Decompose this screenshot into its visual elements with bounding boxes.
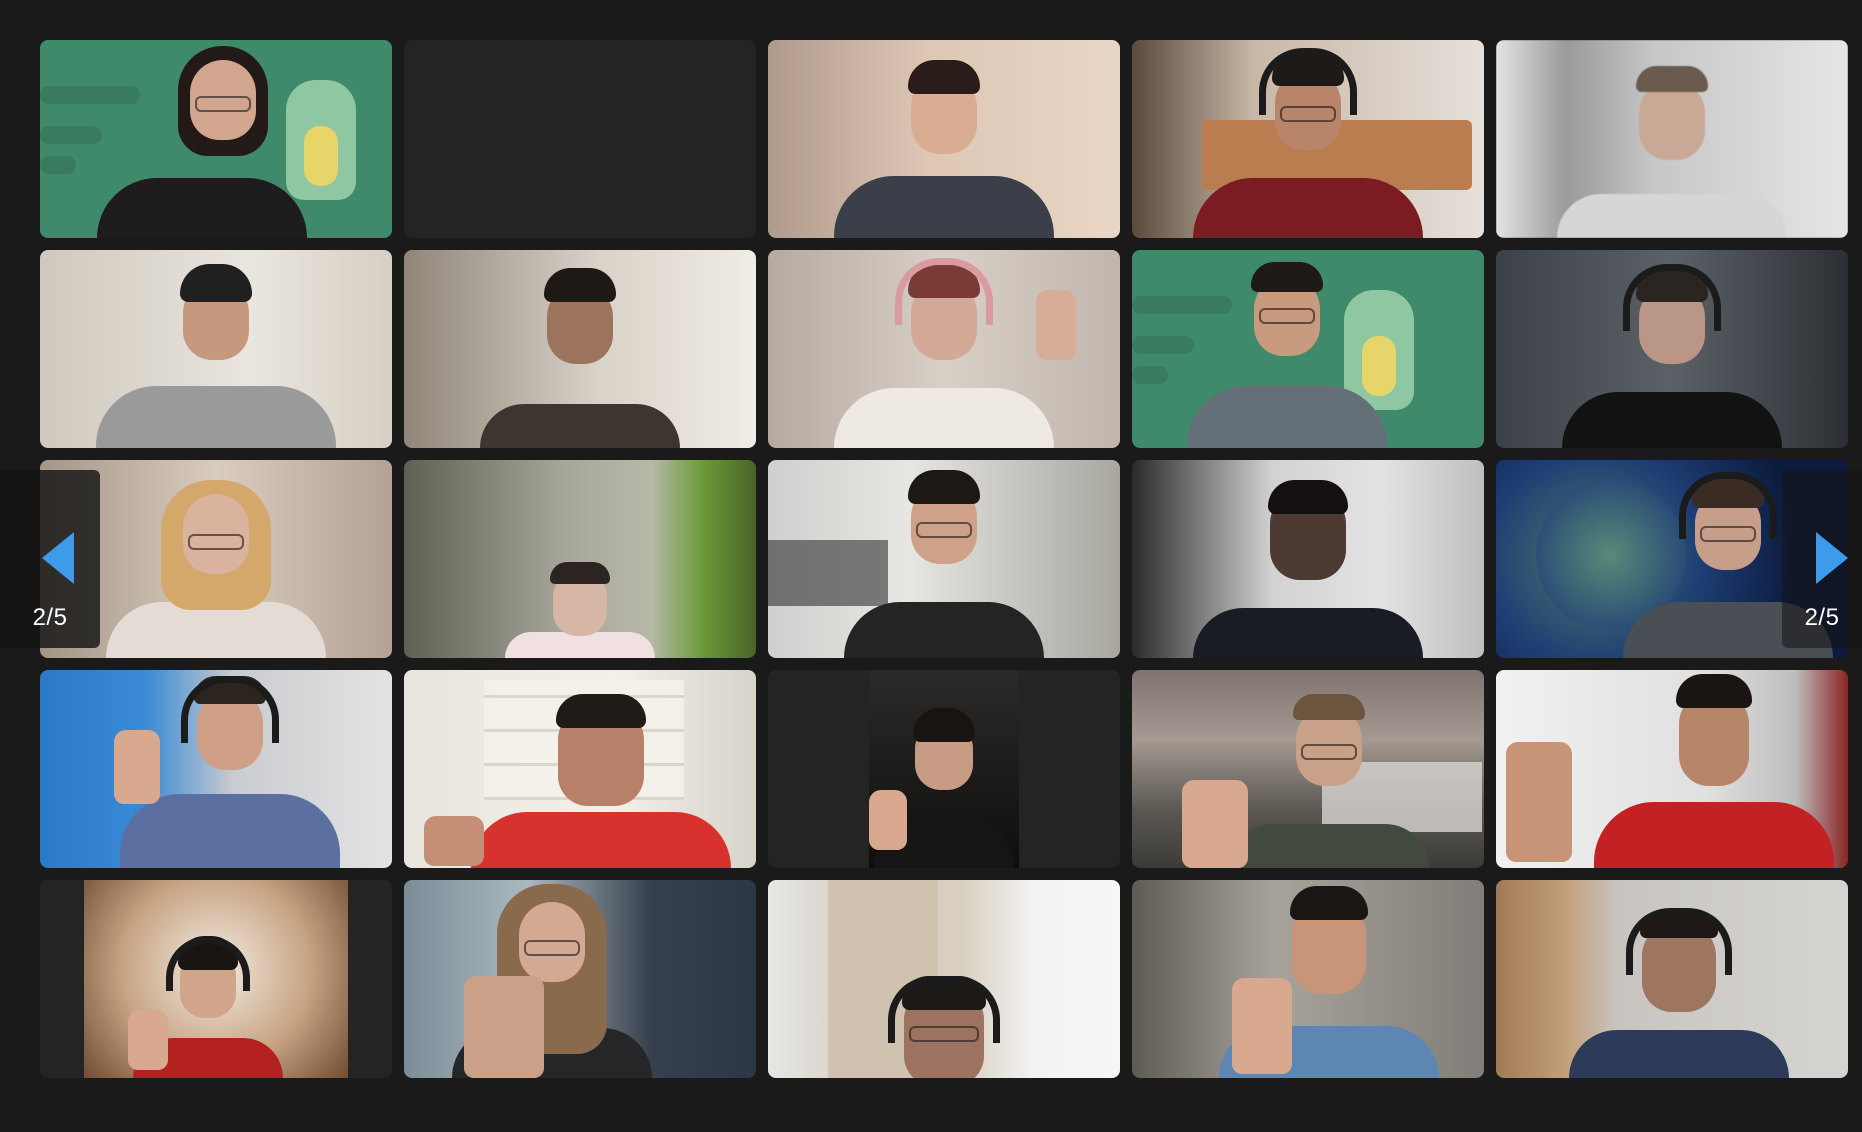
participant-video bbox=[1496, 40, 1848, 238]
participant-video bbox=[84, 880, 348, 1078]
participant-video bbox=[1496, 250, 1848, 448]
participant-video-tile[interactable] bbox=[768, 460, 1120, 658]
participant-video bbox=[404, 670, 756, 868]
participant-video-tile[interactable] bbox=[1132, 670, 1484, 868]
gallery-grid bbox=[40, 40, 1848, 1078]
participant-video-tile[interactable] bbox=[1496, 880, 1848, 1078]
participant-video bbox=[1132, 40, 1484, 238]
participant-video bbox=[1132, 670, 1484, 868]
participant-video bbox=[404, 880, 756, 1078]
participant-video bbox=[1496, 670, 1848, 868]
participant-video-tile[interactable] bbox=[1496, 250, 1848, 448]
participant-video-off-tile[interactable] bbox=[404, 40, 756, 238]
participant-video-tile[interactable] bbox=[768, 250, 1120, 448]
participant-video bbox=[1132, 460, 1484, 658]
participant-video-tile[interactable] bbox=[768, 670, 1120, 868]
participant-video-tile[interactable] bbox=[404, 880, 756, 1078]
participant-video-tile[interactable] bbox=[768, 40, 1120, 238]
participant-video bbox=[40, 250, 392, 448]
participant-video bbox=[768, 460, 1120, 658]
participant-video-tile[interactable] bbox=[40, 250, 392, 448]
participant-video-tile[interactable] bbox=[1132, 250, 1484, 448]
participant-video bbox=[869, 670, 1019, 868]
participant-video-tile[interactable] bbox=[40, 670, 392, 868]
next-page-button[interactable]: 2/5 bbox=[1782, 470, 1862, 648]
page-indicator: 2/5 bbox=[32, 604, 68, 631]
participant-video-tile[interactable] bbox=[40, 40, 392, 238]
participant-video bbox=[40, 40, 392, 238]
participant-video-tile[interactable] bbox=[40, 880, 392, 1078]
participant-video-tile[interactable] bbox=[768, 880, 1120, 1078]
page-indicator: 2/5 bbox=[1804, 604, 1840, 631]
participant-video bbox=[1496, 880, 1848, 1078]
participant-video bbox=[768, 880, 1120, 1078]
participant-video bbox=[404, 460, 756, 658]
participant-video-tile[interactable] bbox=[404, 460, 756, 658]
chevron-right-icon bbox=[1816, 532, 1848, 584]
participant-video-tile[interactable] bbox=[404, 670, 756, 868]
chevron-left-icon bbox=[42, 532, 74, 584]
participant-video bbox=[404, 250, 756, 448]
participant-video-tile[interactable] bbox=[1132, 880, 1484, 1078]
participant-video bbox=[1132, 880, 1484, 1078]
participant-video-tile[interactable] bbox=[1496, 40, 1848, 238]
participant-video bbox=[768, 250, 1120, 448]
participant-video-tile[interactable] bbox=[1132, 40, 1484, 238]
meeting-window: 2/5 2/5 bbox=[0, 0, 1862, 1132]
previous-page-button[interactable]: 2/5 bbox=[0, 470, 100, 648]
participant-video bbox=[768, 40, 1120, 238]
participant-video bbox=[1132, 250, 1484, 448]
participant-video bbox=[40, 670, 392, 868]
participant-video-tile[interactable] bbox=[404, 250, 756, 448]
participant-video-tile[interactable] bbox=[1496, 670, 1848, 868]
participant-video-tile[interactable] bbox=[1132, 460, 1484, 658]
